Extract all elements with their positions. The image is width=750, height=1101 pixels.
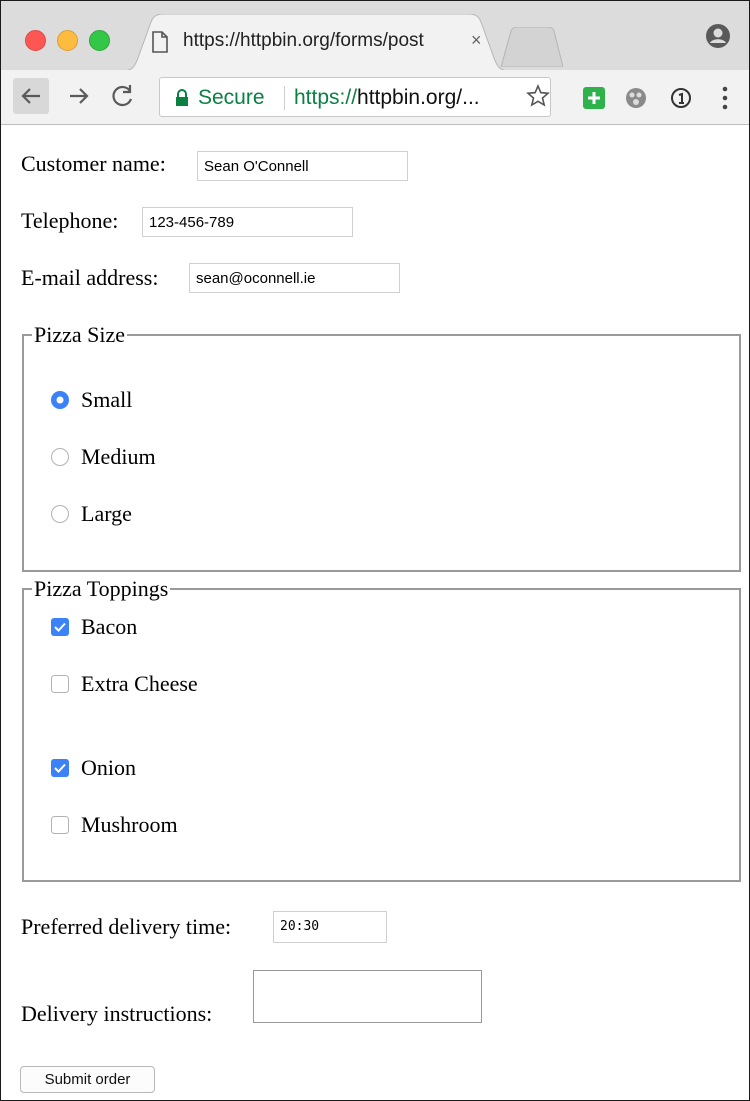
info-circle-icon[interactable] bbox=[670, 87, 692, 109]
browser-window: https://httpbin.org/forms/post × Secure … bbox=[0, 0, 750, 1101]
delivery-time-label: Preferred delivery time: bbox=[21, 914, 232, 939]
back-button[interactable] bbox=[13, 78, 49, 114]
secure-label: Secure bbox=[198, 86, 265, 109]
profile-icon[interactable] bbox=[705, 23, 731, 49]
delivery-instructions-textarea[interactable] bbox=[253, 970, 482, 1023]
reload-button[interactable] bbox=[105, 78, 141, 114]
telephone-input[interactable] bbox=[142, 207, 353, 237]
new-tab-button[interactable] bbox=[501, 27, 563, 67]
url-text: https://httpbin.org/... bbox=[294, 86, 480, 110]
star-icon[interactable] bbox=[526, 84, 550, 108]
forward-arrow-icon bbox=[70, 88, 89, 104]
pizza-toppings-legend: Pizza Toppings bbox=[34, 576, 169, 601]
page-icon bbox=[152, 31, 168, 53]
topping-option-label[interactable]: Extra Cheese bbox=[81, 671, 198, 697]
size-option-label[interactable]: Medium bbox=[81, 444, 156, 470]
topping-option-label[interactable]: Onion bbox=[81, 755, 136, 781]
checkbox-mushroom[interactable] bbox=[51, 816, 69, 834]
zoom-window-button[interactable] bbox=[89, 30, 110, 51]
three-dots-menu-icon[interactable] bbox=[721, 86, 729, 110]
email-label: E-mail address: bbox=[21, 265, 159, 290]
checkbox-extra-cheese[interactable] bbox=[51, 675, 69, 693]
delivery-time-input[interactable]: 20:30 bbox=[273, 911, 387, 943]
page-content: Customer name: Telephone: E-mail address… bbox=[1, 125, 749, 1100]
minimize-window-button[interactable] bbox=[57, 30, 78, 51]
url-host: httpbin.org/... bbox=[357, 86, 480, 109]
close-window-button[interactable] bbox=[25, 30, 46, 51]
forward-button[interactable] bbox=[61, 78, 97, 114]
radio-small[interactable] bbox=[50, 390, 70, 410]
tab-bar: https://httpbin.org/forms/post × bbox=[1, 1, 749, 71]
customer-name-input[interactable] bbox=[197, 151, 408, 181]
grey-extension-icon[interactable] bbox=[625, 87, 647, 109]
submit-order-button[interactable]: Submit order bbox=[20, 1066, 155, 1093]
url-scheme: https:// bbox=[294, 86, 358, 109]
radio-medium[interactable] bbox=[50, 447, 70, 467]
delivery-instructions-label: Delivery instructions: bbox=[21, 1001, 213, 1026]
topping-option-label[interactable]: Bacon bbox=[81, 614, 137, 640]
size-option-label[interactable]: Large bbox=[81, 501, 132, 527]
back-arrow-icon bbox=[21, 88, 40, 104]
reload-icon bbox=[112, 85, 133, 107]
green-plus-icon[interactable] bbox=[583, 87, 605, 109]
tab-close-icon[interactable]: × bbox=[471, 30, 482, 51]
size-option-label[interactable]: Small bbox=[81, 387, 132, 413]
browser-toolbar: Secure https://httpbin.org/... bbox=[1, 70, 749, 125]
tab-title: https://httpbin.org/forms/post bbox=[183, 30, 424, 51]
lock-icon bbox=[176, 89, 188, 106]
address-bar[interactable]: Secure https://httpbin.org/... bbox=[159, 77, 551, 117]
customer-name-label: Customer name: bbox=[21, 151, 166, 176]
address-separator bbox=[284, 86, 285, 110]
checkbox-onion[interactable] bbox=[51, 759, 69, 777]
email-input[interactable] bbox=[189, 263, 400, 293]
radio-large[interactable] bbox=[50, 504, 70, 524]
checkbox-bacon[interactable] bbox=[51, 618, 69, 636]
pizza-size-legend: Pizza Size bbox=[34, 322, 126, 347]
telephone-label: Telephone: bbox=[21, 208, 119, 233]
topping-option-label[interactable]: Mushroom bbox=[81, 812, 178, 838]
